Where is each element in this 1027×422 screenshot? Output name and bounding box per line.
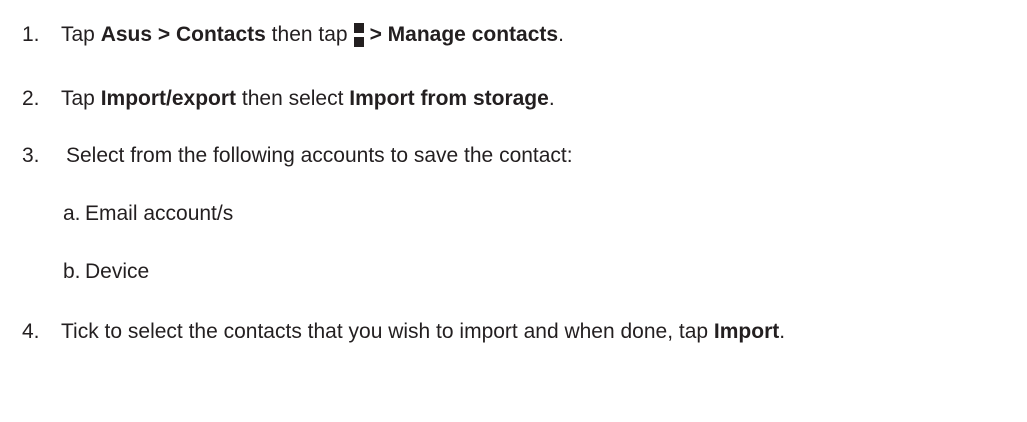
step-bold-part: Import from storage: [349, 87, 549, 110]
sub-step-text: Device: [85, 260, 150, 283]
overflow-menu-icon: [353, 22, 365, 48]
step-bold-part: > Manage contacts: [369, 23, 559, 46]
step-number: 2.: [22, 87, 40, 110]
step-text-part: then select: [236, 87, 350, 110]
step-text: Tap Import/export then select Import fro…: [61, 86, 555, 112]
step-bold-part: Asus > Contacts: [100, 23, 266, 46]
step-text-part: .: [779, 320, 786, 343]
step-text: Tick to select the contacts that you wis…: [61, 319, 785, 345]
step-text-part: then tap: [265, 23, 348, 46]
step-number: 1.: [22, 23, 40, 46]
step-text-part: Tick to select the contacts that you wis…: [61, 320, 714, 343]
step-bold-part: Import/export: [100, 87, 237, 110]
step-text: Select from the following accounts to sa…: [66, 144, 573, 167]
step-bold-part: Import: [713, 320, 780, 343]
sub-step-letter: b.: [63, 260, 81, 283]
step-text-part: .: [548, 87, 555, 110]
sub-step-text: Email account/s: [85, 202, 234, 225]
step-text: Tap Asus > Contacts then tap > Manage con…: [61, 22, 564, 48]
instruction-list: 1. Tap Asus > Contacts then tap > Manage …: [0, 0, 1027, 422]
step-number: 4.: [22, 320, 40, 343]
step-text-part: .: [558, 23, 564, 46]
step-text-part: Tap: [61, 87, 101, 110]
step-text-part: Tap: [61, 23, 101, 46]
step-number: 3.: [22, 144, 40, 167]
sub-step-letter: a.: [63, 202, 81, 225]
